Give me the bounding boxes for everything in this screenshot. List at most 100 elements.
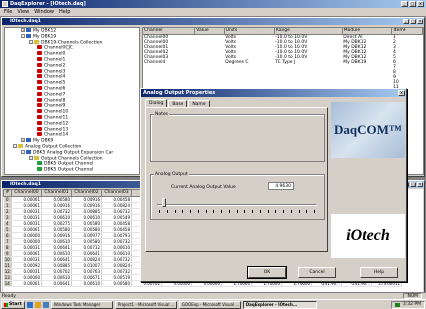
tab-base[interactable]: Base (168, 100, 188, 107)
config-window-title: IOtech.daq1 _ □ × (2, 18, 424, 25)
tree-item-label: Channel6 (44, 86, 66, 92)
row-number: 14 (3, 280, 12, 287)
column-header[interactable]: Channel03 (101, 189, 132, 197)
table-cell: 0.00641 (41, 280, 72, 287)
tree-item-label: Channel5 (44, 80, 66, 86)
tree-item-label: Channel13 (44, 127, 69, 133)
task-task-manager[interactable]: Windows Task Manager (50, 300, 113, 309)
analog-output-dialog: Analog Output Properties × Dialog Base N… (140, 88, 407, 282)
child-maximize-button[interactable]: □ (410, 19, 416, 24)
tree-item-label: Channel8 (44, 98, 66, 104)
output-slider-thumb[interactable] (161, 198, 166, 207)
minimize-button[interactable]: _ (401, 1, 408, 7)
expand-toggle-icon[interactable]: - (29, 155, 33, 160)
channel-icon (37, 109, 42, 114)
channel-icon (37, 62, 42, 67)
expand-toggle-icon[interactable]: - (13, 143, 17, 148)
iotech-logo: iOtech (331, 214, 405, 258)
expand-toggle-icon[interactable]: - (21, 149, 25, 154)
dialog-title: Analog Output Properties (143, 90, 216, 96)
current-value-field[interactable]: 4.9630 (268, 182, 294, 190)
notes-group: Notes (150, 112, 325, 162)
network-tray-icon[interactable] (394, 303, 400, 307)
status-bar: Ready NUM (0, 292, 426, 299)
column-header[interactable]: Channel00 (11, 189, 42, 197)
analog-output-caption: Analog Output (154, 172, 189, 177)
table-cell: 0.00610 (71, 280, 102, 287)
column-header[interactable]: Channel01 (41, 189, 72, 197)
expand-toggle-icon[interactable]: - (29, 39, 33, 44)
daqcom-logo: DaqCOM™ (331, 102, 405, 158)
folder-icon (34, 155, 39, 160)
tree-item-label: DBK5 Output Channel (44, 167, 94, 173)
device-icon (26, 33, 31, 38)
tree-item[interactable]: DBK5 Output Channel (5, 167, 139, 173)
system-tray: 3:32 PM (390, 301, 425, 309)
expand-toggle-icon[interactable]: + (21, 138, 25, 143)
tree-item-label: My DBK19 (33, 34, 57, 40)
channel-icon (37, 74, 42, 79)
child-minimize-button[interactable]: _ (403, 19, 409, 24)
tree-item-label: Channel0CJC (44, 45, 73, 51)
tab-dialog[interactable]: Dialog (145, 99, 168, 107)
channel-icon (37, 97, 42, 102)
tree-item-label: Channel12 (44, 121, 69, 127)
table-cell: 0.00580 (101, 280, 132, 287)
menu-help[interactable]: Help (59, 8, 70, 16)
child2-close-button[interactable]: × (417, 182, 423, 187)
mdi-workspace: IOtech.daq1 _ □ × + My DBK12- My DBK19- DBK… (0, 16, 426, 299)
tree-item-label: Channel14 (44, 132, 69, 138)
device-icon (26, 28, 31, 32)
menu-window[interactable]: Window (34, 8, 54, 16)
channel-icon (37, 132, 42, 137)
task-gooexp[interactable]: GOOExp - Microsoft Visual ... (178, 300, 241, 309)
expand-toggle-icon[interactable]: + (21, 28, 25, 32)
output-slider-track[interactable] (157, 204, 317, 206)
outlook-quicklaunch-icon[interactable] (34, 301, 41, 308)
channel-icon (37, 103, 42, 108)
ie-quicklaunch-icon[interactable] (26, 301, 33, 308)
app-title: DaqExplorer - [IOtech.daq] (10, 1, 86, 7)
dialog-close-button[interactable]: × (398, 90, 405, 96)
menu-bar: File View Window Help (0, 8, 426, 16)
ok-button[interactable]: OK (247, 266, 287, 279)
tree-item-label: DBK5 Output Channel (44, 161, 94, 167)
channel-icon (37, 126, 42, 131)
dialog-tabs: Dialog Base Name (145, 99, 211, 107)
close-button[interactable]: × (417, 1, 424, 7)
desktop-quicklaunch-icon[interactable] (42, 301, 49, 308)
window-controls: _ □ × (401, 1, 424, 7)
tree-item-label: Channel3 (44, 69, 66, 75)
tree-item-label: DBK5 Analog Output Expansion Car (33, 150, 114, 156)
expand-toggle-icon[interactable]: - (21, 33, 25, 38)
column-header[interactable]: # (3, 189, 12, 197)
help-button[interactable]: Help (360, 267, 398, 278)
output-channel-icon (37, 161, 42, 166)
menu-file[interactable]: File (4, 8, 12, 16)
tree-item-label: Channel2 (44, 63, 66, 69)
cancel-button[interactable]: Cancel (298, 267, 336, 278)
tree-item-label: Channel9 (44, 103, 66, 109)
channel-icon (37, 51, 42, 56)
tree-item-label: My DBK12 (33, 28, 57, 34)
device-tree[interactable]: + My DBK12- My DBK19- DBK19-Channels Collec… (4, 27, 140, 175)
dialog-title-bar: Analog Output Properties × (141, 89, 406, 97)
tree-item-label: Channel1 (44, 57, 66, 63)
column-header[interactable]: Channel02 (71, 189, 102, 197)
notes-caption: Notes (154, 112, 169, 117)
taskbar: Start Windows Task Manager Project1 - Mi… (0, 299, 426, 309)
channel-icon (37, 91, 42, 96)
channel-icon (37, 68, 42, 73)
maximize-button[interactable]: □ (409, 1, 416, 7)
slider-ticks (159, 210, 315, 213)
app-title-bar: DaqExplorer - [IOtech.daq] _ □ × (0, 0, 426, 8)
windows-flag-icon (4, 302, 8, 307)
child2-maximize-button[interactable]: □ (410, 182, 416, 187)
child-close-button[interactable]: × (417, 19, 423, 24)
tree-item-label: Channel10 (44, 109, 69, 115)
task-daqexplorer[interactable]: DaqExplorer - IOtech... (242, 300, 317, 309)
start-button[interactable]: Start (1, 300, 25, 309)
tab-name[interactable]: Name (188, 100, 210, 107)
menu-view[interactable]: View (17, 8, 29, 16)
task-project1[interactable]: Project1 - Microsoft Visual ... (114, 300, 177, 309)
